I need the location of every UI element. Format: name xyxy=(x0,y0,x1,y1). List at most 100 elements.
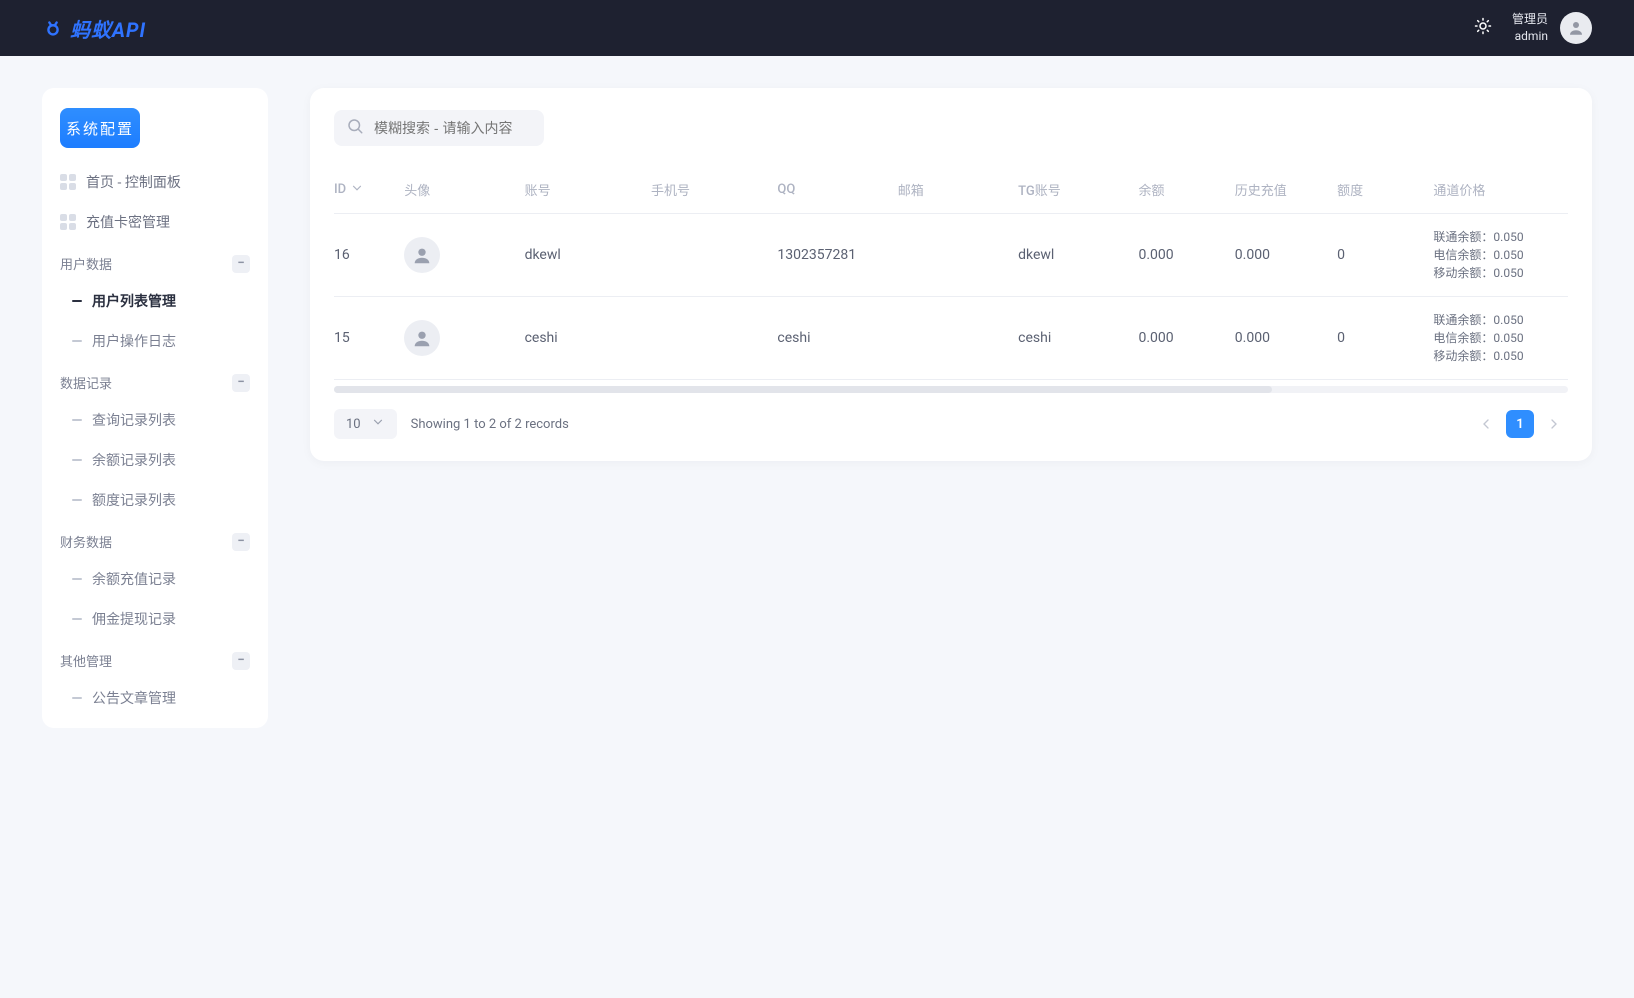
cell-email xyxy=(888,214,1008,297)
cell-balance: 0.000 xyxy=(1129,214,1225,297)
sidebar-item-recharge-record[interactable]: 余额充值记录 xyxy=(42,559,268,599)
sidebar-item-user-log[interactable]: 用户操作日志 xyxy=(42,321,268,361)
main-content: ID 头像 账号 手机号 QQ 邮箱 TG账号 余额 xyxy=(310,88,1592,998)
col-header-email[interactable]: 邮箱 xyxy=(888,166,1008,214)
cell-tg: dkewl xyxy=(1008,214,1128,297)
sidebar-group-other: 其他管理 − xyxy=(42,639,268,678)
cell-tg: ceshi xyxy=(1008,297,1128,380)
sidebar-item-label: 首页 - 控制面板 xyxy=(86,172,181,192)
page-number-button[interactable]: 1 xyxy=(1506,410,1534,438)
sidebar-item-announce[interactable]: 公告文章管理 xyxy=(42,678,268,718)
sidebar-item-label: 额度记录列表 xyxy=(92,490,176,510)
cell-id: 16 xyxy=(334,214,394,297)
logo-icon xyxy=(42,17,64,39)
sidebar-item-label: 余额充值记录 xyxy=(92,569,176,589)
search-input[interactable] xyxy=(372,119,557,137)
col-header-id[interactable]: ID xyxy=(334,166,394,214)
brand-text: 蚂蚁API xyxy=(70,14,146,43)
sidebar-group-finance: 财务数据 − xyxy=(42,520,268,559)
dash-icon xyxy=(72,419,82,421)
chevron-down-icon xyxy=(371,415,385,433)
sidebar-item-label: 余额记录列表 xyxy=(92,450,176,470)
cell-price: 联通余额：0.050 电信余额：0.050 移动余额：0.050 xyxy=(1423,297,1568,380)
col-header-price[interactable]: 通道价格 xyxy=(1423,166,1568,214)
dash-icon xyxy=(72,300,82,302)
horizontal-scrollbar[interactable] xyxy=(334,386,1568,393)
dash-icon xyxy=(72,697,82,699)
dash-icon xyxy=(72,459,82,461)
sidebar-item-label: 用户操作日志 xyxy=(92,331,176,351)
grid-icon xyxy=(60,174,76,190)
cell-balance: 0.000 xyxy=(1129,297,1225,380)
cell-account: dkewl xyxy=(515,214,641,297)
chevron-right-icon xyxy=(1546,416,1562,432)
page-size-value: 10 xyxy=(346,417,361,432)
dash-icon xyxy=(72,340,82,342)
theme-toggle-icon[interactable] xyxy=(1474,17,1492,39)
sidebar-item-user-list[interactable]: 用户列表管理 xyxy=(42,281,268,321)
prev-page-button[interactable] xyxy=(1472,410,1500,438)
collapse-icon[interactable]: − xyxy=(232,255,250,273)
col-header-tg[interactable]: TG账号 xyxy=(1008,166,1128,214)
search-box[interactable] xyxy=(334,110,544,146)
sidebar-item-dashboard[interactable]: 首页 - 控制面板 xyxy=(42,162,268,202)
table-header-row: ID 头像 账号 手机号 QQ 邮箱 TG账号 余额 xyxy=(334,166,1568,214)
grid-icon xyxy=(60,214,76,230)
table-row[interactable]: 15 ceshi ceshi ceshi 0.000 0.000 xyxy=(334,297,1568,380)
table-row[interactable]: 16 dkewl 1302357281 dkewl 0.000 0.000 xyxy=(334,214,1568,297)
chevron-left-icon xyxy=(1478,416,1494,432)
search-icon xyxy=(346,117,364,139)
sidebar-item-label: 查询记录列表 xyxy=(92,410,176,430)
user-avatar-icon xyxy=(404,320,440,356)
collapse-icon[interactable]: − xyxy=(232,533,250,551)
cell-quota: 0 xyxy=(1327,297,1423,380)
cell-price: 联通余额：0.050 电信余额：0.050 移动余额：0.050 xyxy=(1423,214,1568,297)
app-header: 蚂蚁API 管理员 admin xyxy=(0,0,1634,56)
sidebar-item-commission-record[interactable]: 佣金提现记录 xyxy=(42,599,268,639)
page-size-select[interactable]: 10 xyxy=(334,409,397,439)
records-summary: Showing 1 to 2 of 2 records xyxy=(411,417,569,432)
scrollbar-thumb[interactable] xyxy=(334,386,1272,393)
cell-phone xyxy=(641,297,767,380)
cell-phone xyxy=(641,214,767,297)
chevron-down-icon xyxy=(350,181,364,199)
data-card: ID 头像 账号 手机号 QQ 邮箱 TG账号 余额 xyxy=(310,88,1592,461)
sidebar-item-query-record[interactable]: 查询记录列表 xyxy=(42,400,268,440)
dash-icon xyxy=(72,578,82,580)
collapse-icon[interactable]: − xyxy=(232,652,250,670)
table-footer: 10 Showing 1 to 2 of 2 records 1 xyxy=(334,409,1568,439)
cell-email xyxy=(888,297,1008,380)
cell-history: 0.000 xyxy=(1225,214,1327,297)
sidebar-item-recharge-card[interactable]: 充值卡密管理 xyxy=(42,202,268,242)
user-table: ID 头像 账号 手机号 QQ 邮箱 TG账号 余额 xyxy=(334,166,1568,380)
col-header-account[interactable]: 账号 xyxy=(515,166,641,214)
sidebar-item-label: 佣金提现记录 xyxy=(92,609,176,629)
col-header-qq[interactable]: QQ xyxy=(767,166,887,214)
cell-id: 15 xyxy=(334,297,394,380)
dash-icon xyxy=(72,618,82,620)
col-header-quota[interactable]: 额度 xyxy=(1327,166,1423,214)
brand-logo[interactable]: 蚂蚁API xyxy=(42,14,146,43)
sidebar-item-balance-record[interactable]: 余额记录列表 xyxy=(42,440,268,480)
col-header-history[interactable]: 历史充值 xyxy=(1225,166,1327,214)
user-menu[interactable]: 管理员 admin xyxy=(1512,11,1592,45)
sidebar-item-label: 充值卡密管理 xyxy=(86,212,170,232)
cell-avatar xyxy=(394,214,514,297)
col-header-avatar[interactable]: 头像 xyxy=(394,166,514,214)
sidebar-item-quota-record[interactable]: 额度记录列表 xyxy=(42,480,268,520)
sidebar-item-label: 用户列表管理 xyxy=(92,291,176,311)
cell-history: 0.000 xyxy=(1225,297,1327,380)
collapse-icon[interactable]: − xyxy=(232,374,250,392)
sidebar: 系统配置 首页 - 控制面板 充值卡密管理 用户数据 − 用户列表管理 用户操作… xyxy=(42,88,268,728)
system-config-button[interactable]: 系统配置 xyxy=(60,108,140,148)
user-role: 管理员 xyxy=(1512,11,1548,28)
dash-icon xyxy=(72,499,82,501)
avatar xyxy=(1560,12,1592,44)
col-header-phone[interactable]: 手机号 xyxy=(641,166,767,214)
sidebar-group-data-record: 数据记录 − xyxy=(42,361,268,400)
cell-qq: ceshi xyxy=(767,297,887,380)
next-page-button[interactable] xyxy=(1540,410,1568,438)
sidebar-group-user-data: 用户数据 − xyxy=(42,242,268,281)
col-header-balance[interactable]: 余额 xyxy=(1129,166,1225,214)
sidebar-item-label: 公告文章管理 xyxy=(92,688,176,708)
